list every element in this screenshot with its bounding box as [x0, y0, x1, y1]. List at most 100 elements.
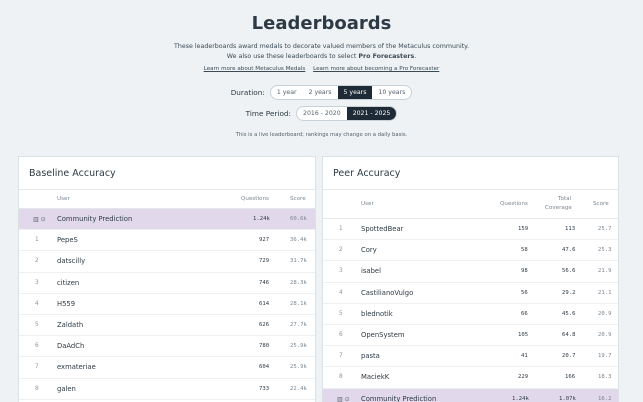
table-row[interactable]: 5 Zaldath 626 27.7k	[19, 315, 315, 337]
user-name: galen	[57, 384, 76, 393]
period-option-2016-2020[interactable]: 2016 - 2020	[297, 107, 347, 120]
table-row[interactable]: 4 CastilianoVulgo 56 29.2 21.1	[323, 283, 618, 304]
user-name: DaAdCh	[57, 342, 85, 351]
table-row[interactable]: 1 PepeS 927 36.4k	[19, 230, 315, 252]
time-period-selector: 2016 - 2020 2021 - 2025	[296, 106, 398, 121]
rank: 4	[35, 300, 39, 307]
score-value: 60.6k	[290, 216, 307, 222]
duration-option-10-years[interactable]: 10 years	[372, 86, 411, 99]
duration-option-1-year[interactable]: 1 year	[271, 86, 303, 99]
pro-forecaster-link[interactable]: Learn more about becoming a Pro Forecast…	[313, 66, 439, 72]
page-title: Leaderboards	[251, 13, 392, 34]
questions-value: 780	[259, 343, 270, 350]
col-coverage-header-line1: Total	[558, 196, 572, 202]
score-value: 19.7	[598, 353, 612, 360]
score-value: 20.9	[598, 310, 612, 317]
time-period-label: Time Period:	[245, 109, 292, 118]
pro-forecasters-text: Pro Forecasters	[358, 53, 415, 60]
rank: 5	[339, 310, 343, 317]
score-value: 21.9	[598, 268, 612, 275]
user-name: OpenSystem	[361, 330, 405, 339]
score-value: 31.7k	[290, 258, 307, 265]
col-user-header: User	[361, 201, 374, 207]
user-name: pasta	[361, 352, 380, 361]
col-user-header: User	[57, 196, 70, 202]
questions-value: 229	[518, 374, 529, 381]
coverage-value: 113	[565, 226, 576, 232]
user-name: datscilly	[57, 257, 86, 266]
table-row[interactable]: 4 H559 614 28.1k	[19, 294, 315, 315]
rank: 5	[35, 321, 39, 328]
rank: 2	[339, 247, 343, 254]
col-questions-header: Questions	[500, 201, 528, 207]
questions-value: 746	[259, 279, 270, 286]
rank: 3	[339, 268, 343, 275]
col-questions-header: Questions	[241, 196, 269, 202]
user-name: CastilianoVulgo	[361, 288, 414, 297]
description-text: We also use these leaderboards to select	[226, 53, 359, 60]
table-row[interactable]: 2 Cory 58 47.6 25.3	[323, 240, 618, 262]
duration-option-5-years[interactable]: 5 years	[337, 86, 373, 99]
community-icons: ▥ ⊙	[33, 216, 46, 223]
table-row[interactable]: 8 MaciekK 229 166 18.3	[323, 367, 618, 389]
duration-option-2-years[interactable]: 2 years	[303, 86, 338, 99]
score-value: 25.9k	[290, 343, 307, 350]
table-row[interactable]: 6 OpenSystem 105 64.8 20.9	[323, 325, 618, 347]
community-prediction-row[interactable]: ▥ ⊙ Community Prediction 1.24k 60.6k	[19, 209, 315, 231]
col-score-header: Score	[593, 201, 609, 207]
description-line-1: These leaderboards award medals to decor…	[173, 43, 470, 50]
score-value: 28.3k	[290, 279, 307, 286]
peer-accuracy-panel: Peer Accuracy User Questions Total Cover…	[322, 156, 619, 402]
user-name: MaciekK	[361, 373, 390, 382]
rank: 4	[339, 289, 343, 296]
score-value: 28.1k	[290, 300, 307, 307]
score-value: 16.2	[598, 395, 612, 402]
table-row[interactable]: 8 galen 733 22.4k	[19, 379, 315, 400]
score-value: 25.7	[598, 226, 612, 232]
score-value: 21.1	[598, 289, 612, 296]
rank: 1	[35, 237, 39, 244]
user-name: Zaldath	[57, 320, 84, 329]
time-period-control: Time Period: 2016 - 2020 2021 - 2025	[0, 106, 643, 121]
community-prediction-row[interactable]: ▥ ⊙ Community Prediction 1.24k 1.07k 16.…	[323, 388, 618, 402]
baseline-table-header: User Questions Score	[19, 190, 315, 209]
medals-link[interactable]: Learn more about Metaculus Medals	[204, 66, 306, 72]
duration-label: Duration:	[230, 88, 265, 97]
rank: 7	[35, 364, 39, 371]
description-line-2: We also use these leaderboards to select…	[0, 52, 643, 62]
score-value: 27.7k	[290, 321, 307, 328]
period-option-2021-2025[interactable]: 2021 - 2025	[346, 107, 397, 120]
user-name: blednotik	[361, 309, 393, 318]
table-row[interactable]: 3 isabel 98 56.6 21.9	[323, 261, 618, 283]
table-row[interactable]: 7 exmateriae 604 25.9k	[19, 357, 315, 379]
rank: 6	[339, 331, 343, 338]
col-coverage-header-line2: Coverage	[545, 205, 572, 211]
table-row[interactable]: 5 blednotik 66 45.6 20.9	[323, 304, 618, 325]
table-row[interactable]: 7 pasta 41 20.7 19.7	[323, 346, 618, 368]
questions-value: 626	[259, 321, 270, 328]
table-row[interactable]: 2 datscilly 729 31.7k	[19, 251, 315, 273]
table-row[interactable]: 3 citizen 746 28.3k	[19, 273, 315, 294]
score-value: 18.3	[598, 374, 612, 381]
table-row[interactable]: 6 DaAdCh 780 25.9k	[19, 336, 315, 358]
info-links: Learn more about Metaculus Medals Learn …	[0, 66, 643, 72]
rank: 8	[339, 374, 343, 381]
coverage-value: 64.8	[562, 331, 576, 338]
rank: 8	[35, 385, 39, 392]
rank: 6	[35, 343, 39, 350]
user-name: isabel	[361, 267, 381, 276]
duration-selector: 1 year 2 years 5 years 10 years	[269, 85, 413, 100]
table-row[interactable]: 1 SpottedBear 159 113 25.7	[323, 219, 618, 241]
user-name: Community Prediction	[361, 394, 437, 402]
user-name: PepeS	[57, 236, 78, 245]
rank: 1	[339, 226, 343, 232]
coverage-value: 20.7	[562, 353, 576, 360]
questions-value: 927	[259, 237, 270, 244]
coverage-value: 47.6	[562, 247, 576, 254]
duration-control: Duration: 1 year 2 years 5 years 10 year…	[0, 85, 643, 100]
rank: 2	[35, 258, 39, 265]
coverage-value: 166	[565, 374, 576, 381]
questions-value: 66	[521, 310, 528, 317]
questions-value: 159	[518, 226, 529, 232]
baseline-accuracy-title: Baseline Accuracy	[19, 157, 315, 190]
